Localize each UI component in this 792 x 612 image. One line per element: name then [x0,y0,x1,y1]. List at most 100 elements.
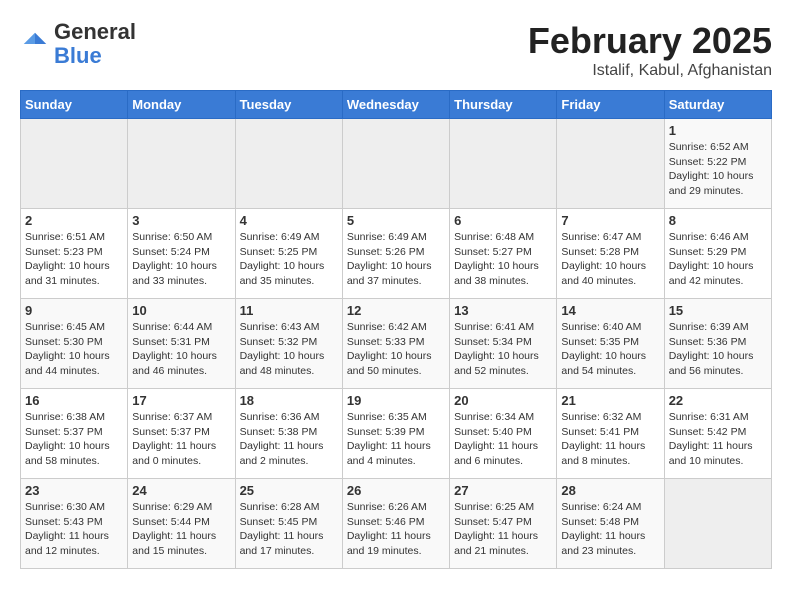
location: Istalif, Kabul, Afghanistan [528,62,772,80]
day-of-week-header: Sunday [21,91,128,119]
calendar-day-cell: 18 Sunrise: 6:36 AM Sunset: 5:38 PM Dayli… [235,389,342,479]
day-number: 10 [132,303,230,318]
day-of-week-header: Thursday [450,91,557,119]
day-number: 25 [240,483,338,498]
calendar-day-cell: 19 Sunrise: 6:35 AM Sunset: 5:39 PM Dayli… [342,389,449,479]
day-info: Sunrise: 6:44 AM Sunset: 5:31 PM Dayligh… [132,320,230,379]
logo-blue: Blue [54,43,102,68]
day-info: Sunrise: 6:49 AM Sunset: 5:26 PM Dayligh… [347,230,445,289]
calendar-day-cell: 23 Sunrise: 6:30 AM Sunset: 5:43 PM Dayli… [21,479,128,569]
calendar-day-cell: 3Sunrise: 6:50 AM Sunset: 5:24 PM Daylig… [128,209,235,299]
day-info: Sunrise: 6:30 AM Sunset: 5:43 PM Dayligh… [25,500,123,559]
calendar-header-row: SundayMondayTuesdayWednesdayThursdayFrid… [21,91,772,119]
calendar-day-cell: 8 Sunrise: 6:46 AM Sunset: 5:29 PM Daylig… [664,209,771,299]
calendar-day-cell: 11 Sunrise: 6:43 AM Sunset: 5:32 PM Dayli… [235,299,342,389]
calendar-table: SundayMondayTuesdayWednesdayThursdayFrid… [20,90,772,569]
calendar-day-cell [557,119,664,209]
day-number: 4 [240,213,338,228]
day-number: 11 [240,303,338,318]
day-number: 24 [132,483,230,498]
day-number: 12 [347,303,445,318]
day-number: 26 [347,483,445,498]
day-of-week-header: Saturday [664,91,771,119]
day-info: Sunrise: 6:49 AM Sunset: 5:25 PM Dayligh… [240,230,338,289]
calendar-day-cell: 4 Sunrise: 6:49 AM Sunset: 5:25 PM Daylig… [235,209,342,299]
calendar-day-cell: 27 Sunrise: 6:25 AM Sunset: 5:47 PM Dayli… [450,479,557,569]
calendar-week-row: 9Sunrise: 6:45 AM Sunset: 5:30 PM Daylig… [21,299,772,389]
calendar-week-row: 2Sunrise: 6:51 AM Sunset: 5:23 PM Daylig… [21,209,772,299]
calendar-week-row: 1Sunrise: 6:52 AM Sunset: 5:22 PM Daylig… [21,119,772,209]
day-number: 23 [25,483,123,498]
day-number: 3 [132,213,230,228]
day-info: Sunrise: 6:36 AM Sunset: 5:38 PM Dayligh… [240,410,338,469]
calendar-day-cell [235,119,342,209]
calendar-day-cell: 24 Sunrise: 6:29 AM Sunset: 5:44 PM Dayli… [128,479,235,569]
day-number: 14 [561,303,659,318]
day-info: Sunrise: 6:32 AM Sunset: 5:41 PM Dayligh… [561,410,659,469]
day-info: Sunrise: 6:45 AM Sunset: 5:30 PM Dayligh… [25,320,123,379]
day-number: 18 [240,393,338,408]
day-number: 6 [454,213,552,228]
calendar-day-cell: 25 Sunrise: 6:28 AM Sunset: 5:45 PM Dayli… [235,479,342,569]
day-number: 13 [454,303,552,318]
day-info: Sunrise: 6:39 AM Sunset: 5:36 PM Dayligh… [669,320,767,379]
page-header: General Blue February 2025 Istalif, Kabu… [20,20,772,80]
day-info: Sunrise: 6:26 AM Sunset: 5:46 PM Dayligh… [347,500,445,559]
day-info: Sunrise: 6:24 AM Sunset: 5:48 PM Dayligh… [561,500,659,559]
calendar-day-cell: 13 Sunrise: 6:41 AM Sunset: 5:34 PM Dayli… [450,299,557,389]
month-year: February 2025 [528,20,772,62]
title-block: February 2025 Istalif, Kabul, Afghanista… [528,20,772,80]
day-number: 22 [669,393,767,408]
day-number: 8 [669,213,767,228]
day-info: Sunrise: 6:31 AM Sunset: 5:42 PM Dayligh… [669,410,767,469]
calendar-day-cell: 5Sunrise: 6:49 AM Sunset: 5:26 PM Daylig… [342,209,449,299]
calendar-day-cell [450,119,557,209]
day-info: Sunrise: 6:35 AM Sunset: 5:39 PM Dayligh… [347,410,445,469]
calendar-day-cell: 28 Sunrise: 6:24 AM Sunset: 5:48 PM Dayli… [557,479,664,569]
day-number: 2 [25,213,123,228]
day-of-week-header: Monday [128,91,235,119]
logo: General Blue [20,20,136,68]
calendar-day-cell [128,119,235,209]
calendar-week-row: 16 Sunrise: 6:38 AM Sunset: 5:37 PM Dayli… [21,389,772,479]
calendar-day-cell: 1Sunrise: 6:52 AM Sunset: 5:22 PM Daylig… [664,119,771,209]
day-of-week-header: Tuesday [235,91,342,119]
day-info: Sunrise: 6:42 AM Sunset: 5:33 PM Dayligh… [347,320,445,379]
day-info: Sunrise: 6:40 AM Sunset: 5:35 PM Dayligh… [561,320,659,379]
calendar-day-cell: 6 Sunrise: 6:48 AM Sunset: 5:27 PM Daylig… [450,209,557,299]
calendar-day-cell: 20 Sunrise: 6:34 AM Sunset: 5:40 PM Dayli… [450,389,557,479]
day-number: 19 [347,393,445,408]
calendar-day-cell [342,119,449,209]
day-info: Sunrise: 6:41 AM Sunset: 5:34 PM Dayligh… [454,320,552,379]
logo-text: General Blue [54,20,136,68]
day-number: 27 [454,483,552,498]
day-of-week-header: Friday [557,91,664,119]
day-info: Sunrise: 6:46 AM Sunset: 5:29 PM Dayligh… [669,230,767,289]
logo-icon [20,29,50,59]
day-number: 16 [25,393,123,408]
day-info: Sunrise: 6:43 AM Sunset: 5:32 PM Dayligh… [240,320,338,379]
day-number: 20 [454,393,552,408]
calendar-day-cell: 26 Sunrise: 6:26 AM Sunset: 5:46 PM Dayli… [342,479,449,569]
calendar-day-cell [664,479,771,569]
calendar-day-cell: 7Sunrise: 6:47 AM Sunset: 5:28 PM Daylig… [557,209,664,299]
day-info: Sunrise: 6:38 AM Sunset: 5:37 PM Dayligh… [25,410,123,469]
calendar-week-row: 23 Sunrise: 6:30 AM Sunset: 5:43 PM Dayli… [21,479,772,569]
day-info: Sunrise: 6:48 AM Sunset: 5:27 PM Dayligh… [454,230,552,289]
day-of-week-header: Wednesday [342,91,449,119]
calendar-day-cell: 10 Sunrise: 6:44 AM Sunset: 5:31 PM Dayli… [128,299,235,389]
day-number: 17 [132,393,230,408]
calendar-day-cell: 17Sunrise: 6:37 AM Sunset: 5:37 PM Dayli… [128,389,235,479]
day-info: Sunrise: 6:34 AM Sunset: 5:40 PM Dayligh… [454,410,552,469]
calendar-day-cell [21,119,128,209]
calendar-day-cell: 2Sunrise: 6:51 AM Sunset: 5:23 PM Daylig… [21,209,128,299]
day-number: 28 [561,483,659,498]
calendar-day-cell: 12 Sunrise: 6:42 AM Sunset: 5:33 PM Dayli… [342,299,449,389]
calendar-day-cell: 14 Sunrise: 6:40 AM Sunset: 5:35 PM Dayli… [557,299,664,389]
calendar-day-cell: 21Sunrise: 6:32 AM Sunset: 5:41 PM Dayli… [557,389,664,479]
day-info: Sunrise: 6:25 AM Sunset: 5:47 PM Dayligh… [454,500,552,559]
day-info: Sunrise: 6:29 AM Sunset: 5:44 PM Dayligh… [132,500,230,559]
day-info: Sunrise: 6:28 AM Sunset: 5:45 PM Dayligh… [240,500,338,559]
day-info: Sunrise: 6:47 AM Sunset: 5:28 PM Dayligh… [561,230,659,289]
day-info: Sunrise: 6:52 AM Sunset: 5:22 PM Dayligh… [669,140,767,199]
